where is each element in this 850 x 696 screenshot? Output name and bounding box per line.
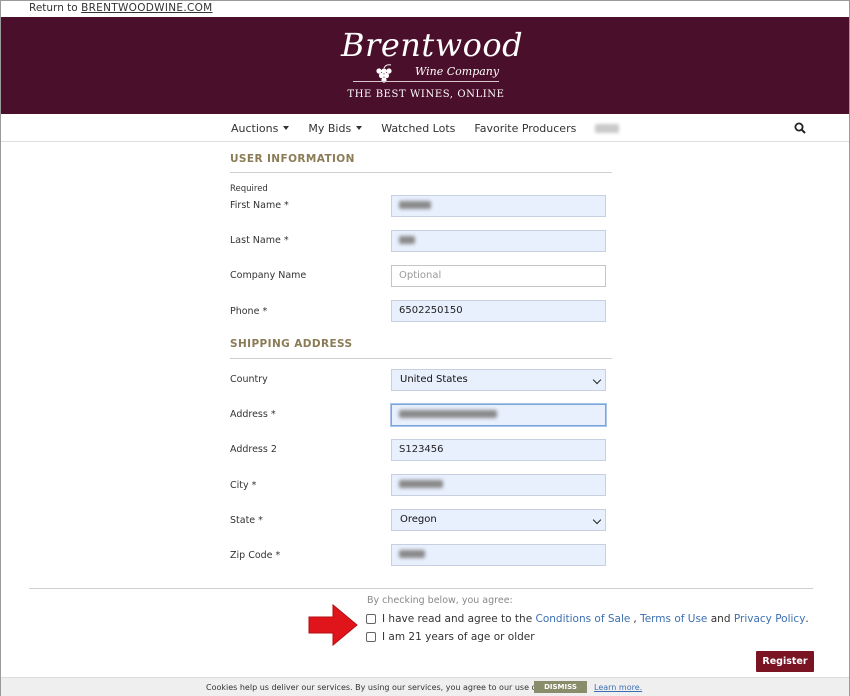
main-nav: Auctions My Bids Watched Lots Favorite P… [1,114,849,142]
chevron-down-icon [356,126,363,130]
shipping-title: SHIPPING ADDRESS [230,338,353,350]
nav-account[interactable] [595,123,620,133]
nav-favorite-producers-label: Favorite Producers [474,121,577,135]
address2-label: Address 2 [230,444,277,455]
state-value: Oregon [400,514,437,525]
terms-period: . [805,613,809,625]
age-checkbox[interactable] [366,632,376,642]
logo-sub: Wine Company [415,65,500,78]
country-label: Country [230,374,268,385]
privacy-link[interactable]: Privacy Policy [734,613,806,625]
city-label: City * [230,480,257,491]
cookie-bar: Cookies help us deliver our services. By… [1,677,849,696]
required-note: Required [230,184,268,194]
last-name-label: Last Name * [230,235,289,246]
nav-my-bids[interactable]: My Bids [308,121,363,135]
return-bar: Return to BRENTWOODWINE.COM [1,1,849,17]
return-link[interactable]: BRENTWOODWINE.COM [81,2,212,14]
chevron-down-icon [283,126,290,130]
form-divider [29,588,813,589]
phone-value: 6502250150 [399,305,463,316]
site-banner: Brentwood Wine Company The Best Wines, O… [1,17,849,114]
nav-auctions-label: Auctions [231,121,279,135]
terms-row: I have read and agree to the Conditions … [366,613,809,625]
state-label: State * [230,515,263,526]
last-name-field[interactable] [391,230,606,252]
first-name-label: First Name * [230,200,289,211]
cookie-text: Cookies help us deliver our services. By… [206,683,575,692]
learn-more-link[interactable]: Learn more. [594,683,642,692]
state-select[interactable]: Oregon [391,509,606,531]
agreement-intro: By checking below, you agree: [367,595,513,606]
shipping-rule [230,358,612,359]
return-prefix: Return to [29,2,78,14]
company-field[interactable]: Optional [391,265,606,287]
nav-favorite-producers[interactable]: Favorite Producers [474,122,576,135]
phone-field[interactable]: 6502250150 [391,300,606,322]
city-field[interactable] [391,474,606,496]
redacted-account [595,123,620,133]
address2-field[interactable]: S123456 [391,439,606,461]
nav-auctions[interactable]: Auctions [231,121,290,135]
company-placeholder: Optional [399,270,442,281]
conditions-link[interactable]: Conditions of Sale [536,613,631,625]
country-select[interactable]: United States [391,369,606,391]
phone-label: Phone * [230,306,268,317]
nav-watched-lots-label: Watched Lots [381,121,456,135]
dismiss-button[interactable]: DISMISS [534,681,587,693]
address2-value: S123456 [399,444,444,455]
logo-name: Brentwood [341,26,524,64]
user-info-rule [230,172,612,173]
address-label: Address * [230,409,276,420]
country-value: United States [400,374,468,385]
chevron-down-icon [592,375,602,385]
logo-tagline: The Best Wines, Online [347,89,505,100]
terms-prefix: I have read and agree to the [382,613,533,625]
nav-my-bids-label: My Bids [308,121,352,135]
brand-logo[interactable]: Brentwood Wine Company The Best Wines, O… [341,26,524,107]
age-label: I am 21 years of age or older [382,631,535,643]
register-button[interactable]: Register [756,651,814,672]
terms-checkbox[interactable] [366,614,376,624]
search-icon[interactable] [794,122,806,134]
company-label: Company Name [230,270,307,281]
terms-sep: , [633,613,637,625]
red-arrow-icon [308,603,358,647]
chevron-down-icon [592,515,602,525]
nav-watched-lots[interactable]: Watched Lots [381,122,455,135]
terms-and: and [710,613,731,625]
address-field[interactable] [391,404,606,426]
user-info-title: USER INFORMATION [230,153,355,165]
logo-rule [353,81,499,82]
age-row: I am 21 years of age or older [366,631,535,643]
first-name-field[interactable] [391,195,606,217]
terms-link[interactable]: Terms of Use [640,613,707,625]
zip-field[interactable] [391,544,606,566]
zip-label: Zip Code * [230,550,281,561]
